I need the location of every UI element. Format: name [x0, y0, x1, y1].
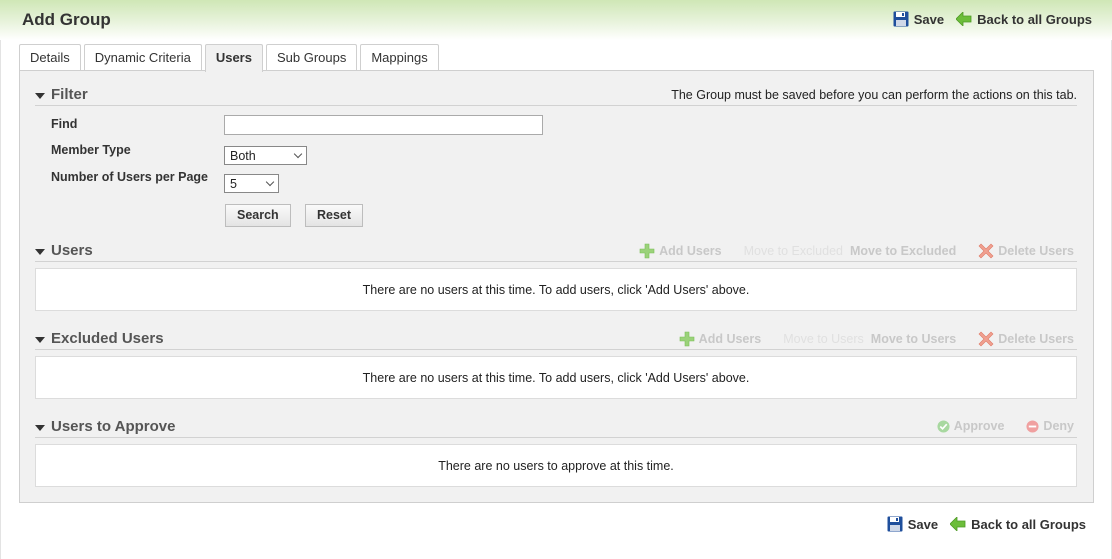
- footer-actions: Save Back to all Groups: [887, 516, 1086, 532]
- users-title: Users: [51, 242, 93, 259]
- page-title: Add Group: [22, 10, 111, 29]
- reset-button[interactable]: Reset: [305, 204, 364, 227]
- add-excluded-users-label: Add Users: [698, 332, 762, 346]
- find-input[interactable]: [224, 115, 543, 135]
- users-empty-message: There are no users at this time. To add …: [35, 268, 1077, 311]
- tab-dynamic-criteria[interactable]: Dynamic Criteria: [83, 44, 202, 71]
- excluded-title: Excluded Users: [51, 330, 164, 347]
- footer-save-label: Save: [907, 516, 939, 532]
- excluded-actions: Add Users Move to Users Move to Users De…: [679, 331, 1074, 347]
- page-header: Add Group Save Back to all Groups: [0, 0, 1112, 40]
- add-excluded-users-button[interactable]: Add Users: [679, 331, 762, 347]
- per-page-label: Number of Users per Page: [51, 170, 208, 184]
- excluded-empty-message: There are no users at this time. To add …: [35, 356, 1077, 399]
- add-users-label: Add Users: [659, 244, 722, 258]
- delete-x-icon: [978, 331, 994, 347]
- approve-actions: Approve Deny: [937, 419, 1074, 433]
- excluded-toggle[interactable]: Excluded Users: [35, 330, 164, 347]
- tab-bar: Details Dynamic Criteria Users Sub Group…: [19, 44, 439, 72]
- delete-users-button[interactable]: Delete Users: [978, 243, 1074, 259]
- tab-details[interactable]: Details: [19, 44, 81, 71]
- back-arrow-icon: [950, 517, 966, 531]
- approve-title: Users to Approve: [51, 418, 176, 435]
- excluded-section-header: Excluded Users Add Users Move to Users M…: [35, 330, 1077, 350]
- delete-excluded-users-label: Delete Users: [998, 332, 1074, 346]
- tab-mappings[interactable]: Mappings: [360, 44, 439, 71]
- delete-users-label: Delete Users: [998, 244, 1074, 258]
- approve-empty-message: There are no users to approve at this ti…: [35, 444, 1077, 487]
- per-page-select[interactable]: 5: [224, 174, 279, 193]
- save-button[interactable]: Save: [893, 11, 944, 27]
- users-section-header: Users Add Users Move to Excluded Move to…: [35, 242, 1077, 262]
- approve-label: Approve: [953, 419, 1005, 433]
- users-toggle[interactable]: Users: [35, 242, 93, 259]
- member-type-select[interactable]: Both: [224, 146, 307, 165]
- move-to-users-button[interactable]: Move to Users Move to Users: [783, 331, 956, 347]
- save-label: Save: [913, 11, 945, 27]
- delete-excluded-users-button[interactable]: Delete Users: [978, 331, 1074, 347]
- deny-label: Deny: [1043, 419, 1074, 433]
- member-type-label: Member Type: [51, 143, 131, 157]
- search-button[interactable]: Search: [225, 204, 291, 227]
- back-to-groups-link[interactable]: Back to all Groups: [956, 12, 1092, 27]
- tab-users[interactable]: Users: [204, 44, 263, 72]
- move-to-users-label: Move to Users: [870, 332, 957, 346]
- plus-icon: [679, 331, 694, 347]
- move-to-users-ghost: Move to Users: [783, 332, 864, 346]
- users-tab-panel: Filter The Group must be saved before yo…: [19, 70, 1094, 503]
- deny-button[interactable]: Deny: [1026, 419, 1074, 433]
- minus-circle-icon: [1026, 419, 1039, 433]
- chevron-down-icon: [293, 149, 303, 158]
- plus-icon: [639, 243, 655, 259]
- filter-toggle[interactable]: Filter: [35, 86, 88, 103]
- approve-section-header: Users to Approve Approve Deny: [35, 418, 1077, 438]
- find-label: Find: [51, 117, 78, 131]
- move-to-excluded-ghost: Move to Excluded: [743, 244, 843, 258]
- tab-sub-groups[interactable]: Sub Groups: [265, 44, 358, 71]
- caret-down-icon: [35, 92, 45, 99]
- floppy-disk-icon: [887, 516, 903, 532]
- chevron-down-icon: [265, 177, 275, 186]
- filter-section-header: Filter The Group must be saved before yo…: [35, 86, 1077, 106]
- add-users-button[interactable]: Add Users: [639, 243, 722, 259]
- filter-title: Filter: [51, 86, 88, 103]
- footer-save-button[interactable]: Save: [887, 516, 938, 532]
- approve-toggle[interactable]: Users to Approve: [35, 418, 175, 435]
- save-required-notice: The Group must be saved before you can p…: [671, 88, 1077, 102]
- move-to-excluded-label: Move to Excluded: [849, 244, 957, 258]
- footer-back-label: Back to all Groups: [971, 516, 1086, 532]
- back-label: Back to all Groups: [977, 11, 1092, 27]
- check-circle-icon: [937, 419, 950, 433]
- caret-down-icon: [35, 248, 45, 255]
- move-to-excluded-button[interactable]: Move to Excluded Move to Excluded: [744, 243, 957, 259]
- approve-button[interactable]: Approve: [937, 419, 1005, 433]
- per-page-value: 5: [230, 176, 237, 191]
- footer-back-to-groups-link[interactable]: Back to all Groups: [950, 517, 1086, 532]
- floppy-disk-icon: [893, 11, 909, 27]
- caret-down-icon: [35, 424, 45, 431]
- caret-down-icon: [35, 336, 45, 343]
- delete-x-icon: [978, 243, 994, 259]
- member-type-value: Both: [230, 148, 256, 163]
- back-arrow-icon: [956, 12, 972, 26]
- header-actions: Save Back to all Groups: [893, 11, 1092, 27]
- users-actions: Add Users Move to Excluded Move to Exclu…: [639, 243, 1074, 259]
